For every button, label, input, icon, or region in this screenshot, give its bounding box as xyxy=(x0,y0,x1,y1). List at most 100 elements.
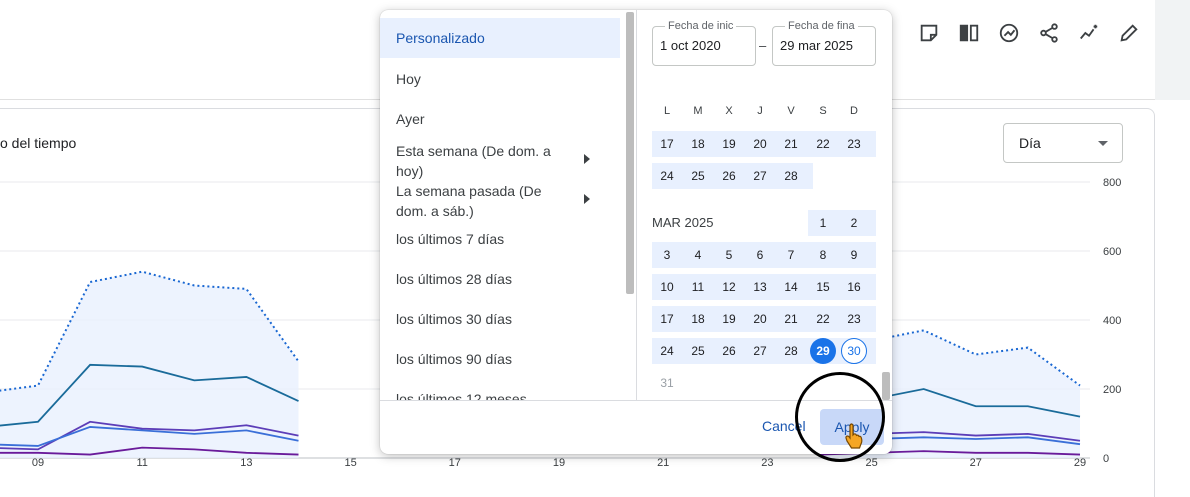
calendar-day[interactable]: 24 xyxy=(652,338,682,364)
calendar-day[interactable]: 22 xyxy=(808,306,838,332)
y-tick-label: 800 xyxy=(1103,177,1121,189)
calendar-day[interactable]: 28 xyxy=(776,163,806,189)
calendar-scrollbar[interactable] xyxy=(882,372,890,400)
calendar-day[interactable]: 20 xyxy=(745,131,775,157)
calendar-day[interactable]: 25 xyxy=(683,163,713,189)
calendar-day[interactable]: 17 xyxy=(652,306,682,332)
calendar-day[interactable]: 16 xyxy=(839,274,869,300)
calendar-day[interactable]: 13 xyxy=(745,274,775,300)
preset-label: los últimos 12 meses xyxy=(396,391,527,400)
x-tick-label: 25 xyxy=(865,457,877,467)
calendar-day[interactable]: 27 xyxy=(745,163,775,189)
weekday-label: M xyxy=(693,105,703,117)
calendar-day[interactable]: 5 xyxy=(714,242,744,268)
calendar-day[interactable]: 22 xyxy=(808,131,838,157)
preset-item[interactable]: los últimos 12 meses xyxy=(380,389,620,400)
calendar-day[interactable]: 4 xyxy=(683,242,713,268)
preset-label: los últimos 90 días xyxy=(396,351,512,367)
calendar-day[interactable]: 24 xyxy=(652,163,682,189)
calendar-day[interactable]: 23 xyxy=(839,131,869,157)
calendar-day-selected[interactable]: 29 xyxy=(810,338,836,364)
calendar-day[interactable]: 31 xyxy=(652,370,682,396)
preset-item[interactable]: Personalizado xyxy=(380,18,620,58)
preset-label: Personalizado xyxy=(396,30,485,46)
calendar-day[interactable]: 11 xyxy=(683,274,713,300)
x-tick-label: 23 xyxy=(761,457,773,467)
preset-item[interactable]: los últimos 7 días xyxy=(380,229,620,249)
granularity-select[interactable]: Día xyxy=(1003,123,1123,163)
calendar-day[interactable]: 21 xyxy=(776,306,806,332)
x-tick-label: 09 xyxy=(32,457,44,467)
end-date-field[interactable]: Fecha de fina 29 mar 2025 xyxy=(772,20,876,66)
x-tick-label: 13 xyxy=(240,457,252,467)
share-icon[interactable] xyxy=(1036,20,1062,46)
preset-list: Personalizado Hoy Ayer Esta semana (De dom.… xyxy=(380,10,636,400)
sparkle-icon[interactable] xyxy=(1076,20,1102,46)
card-title: o del tiempo xyxy=(0,135,77,151)
x-tick-label: 27 xyxy=(970,457,982,467)
calendar-day[interactable]: 27 xyxy=(745,338,775,364)
preset-label: los últimos 28 días xyxy=(396,271,512,287)
calendar-day[interactable]: 21 xyxy=(776,131,806,157)
calendar-day[interactable]: 19 xyxy=(714,306,744,332)
preset-item[interactable]: Ayer xyxy=(380,109,620,129)
y-tick-label: 200 xyxy=(1103,384,1121,396)
preset-item[interactable]: La semana pasada (De dom. a sáb.) xyxy=(380,181,620,221)
calendar-day[interactable]: 19 xyxy=(714,131,744,157)
calendar-day[interactable]: 1 xyxy=(808,210,838,236)
chevron-right-icon xyxy=(584,154,590,164)
preset-label: La semana pasada (De dom. a sáb.) xyxy=(396,183,542,219)
calendar-day[interactable]: 15 xyxy=(808,274,838,300)
preset-item[interactable]: los últimos 30 días xyxy=(380,309,620,329)
calendar-day[interactable]: 10 xyxy=(652,274,682,300)
preset-scrollbar[interactable] xyxy=(626,12,634,294)
calendar-day-today[interactable]: 30 xyxy=(841,338,867,364)
weekday-label: S xyxy=(819,105,827,117)
preset-label: Esta semana (De dom. a hoy) xyxy=(396,143,551,179)
preset-label: Ayer xyxy=(396,111,425,127)
calendar-panel: Fecha de inic 1 oct 2020 – Fecha de fina… xyxy=(637,10,892,400)
chevron-down-icon xyxy=(1098,141,1108,146)
range-dash: – xyxy=(759,38,767,53)
hand-cursor-icon xyxy=(845,423,863,449)
calendar-day[interactable]: 9 xyxy=(839,242,869,268)
calendar-day[interactable]: 18 xyxy=(683,131,713,157)
calendar-day[interactable]: 25 xyxy=(683,338,713,364)
preset-label: los últimos 30 días xyxy=(396,311,512,327)
note-icon[interactable] xyxy=(916,20,942,46)
calendar-day[interactable]: 23 xyxy=(839,306,869,332)
preset-item[interactable]: Esta semana (De dom. a hoy) xyxy=(380,141,620,181)
end-date-label: Fecha de fina xyxy=(785,20,858,32)
calendar-day[interactable]: 2 xyxy=(839,210,869,236)
weekday-label: V xyxy=(787,105,795,117)
x-tick-label: 11 xyxy=(136,457,147,467)
calendar-day[interactable]: 7 xyxy=(776,242,806,268)
start-date-value: 1 oct 2020 xyxy=(660,38,721,53)
x-tick-label: 19 xyxy=(553,457,565,467)
calendar-day[interactable]: 26 xyxy=(714,338,744,364)
calendar-day[interactable]: 14 xyxy=(776,274,806,300)
preset-item[interactable]: los últimos 90 días xyxy=(380,349,620,369)
calendar-day[interactable]: 12 xyxy=(714,274,744,300)
calendar-day[interactable]: 26 xyxy=(714,163,744,189)
edit-icon[interactable] xyxy=(1116,20,1142,46)
calendar-day[interactable]: 17 xyxy=(652,131,682,157)
click-highlight xyxy=(795,372,885,462)
calendar-day[interactable]: 18 xyxy=(683,306,713,332)
chevron-right-icon xyxy=(584,194,590,204)
calendar-day[interactable]: 3 xyxy=(652,242,682,268)
x-tick-label: 15 xyxy=(344,457,356,467)
weekday-label: L xyxy=(663,105,671,117)
calendar-day[interactable]: 28 xyxy=(776,338,806,364)
preset-item[interactable]: los últimos 28 días xyxy=(380,269,620,289)
calendar-day[interactable]: 8 xyxy=(808,242,838,268)
insights-icon[interactable] xyxy=(996,20,1022,46)
compare-icon[interactable] xyxy=(956,20,982,46)
start-date-field[interactable]: Fecha de inic 1 oct 2020 xyxy=(652,20,756,66)
preset-label: Hoy xyxy=(396,71,421,87)
calendar-day[interactable]: 6 xyxy=(745,242,775,268)
x-tick-label: 21 xyxy=(657,457,669,467)
y-tick-label: 400 xyxy=(1103,315,1121,327)
preset-item[interactable]: Hoy xyxy=(380,69,620,89)
calendar-day[interactable]: 20 xyxy=(745,306,775,332)
